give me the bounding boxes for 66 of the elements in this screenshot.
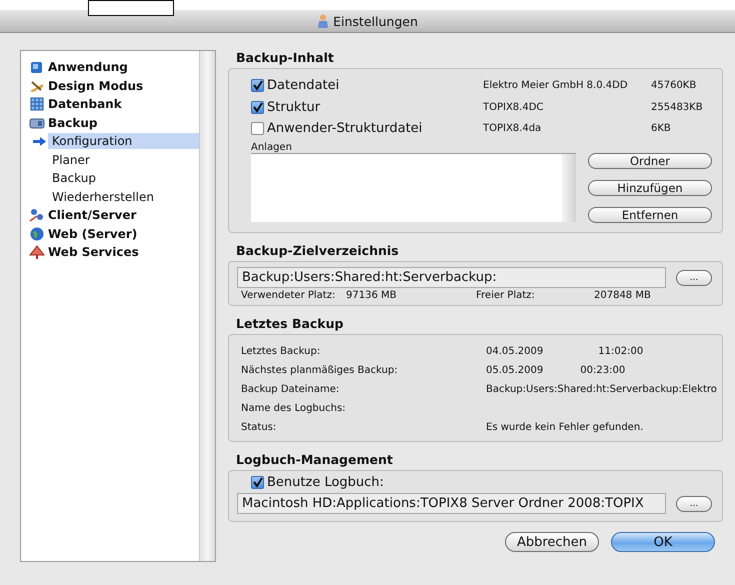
tent-icon [29,244,45,260]
file-name: TOPIX8.4DC [483,102,544,113]
section-title: Backup-Zielverzeichnis [235,243,400,260]
ok-button[interactable]: OK [611,532,715,552]
section-title: Backup-Inhalt [235,50,335,67]
list-button[interactable]: Ordner [588,152,712,168]
sidebar-subitem[interactable]: Wiederherstellen [48,188,158,205]
sidebar-subitem[interactable]: Backup [48,170,100,186]
sidebar-item[interactable]: Anwendung [21,58,199,76]
info-value: Es wurde kein Fehler gefunden. [486,422,644,433]
list-button[interactable]: Hinzufügen [588,180,712,196]
info-label: Letztes Backup: [241,346,322,357]
browse-button[interactable]: ... [676,496,712,512]
checkbox-label[interactable]: Benutze Logbuch: [267,475,384,490]
browse-button[interactable]: ... [676,270,712,286]
checkbox[interactable] [251,476,264,489]
sidebar-item[interactable]: Client/Server [21,206,199,224]
file-size: 45760KB [651,80,698,92]
checkmark-icon [252,477,263,488]
sidebar-subitem[interactable]: Planer [48,152,94,168]
sidebar-item[interactable]: Web Services [21,243,199,262]
sidebar-subitem[interactable]: Konfiguration [48,133,199,150]
path-field[interactable]: Backup:Users:Shared:ht:Serverbackup: [237,267,666,288]
list-button[interactable]: Entfernen [588,206,712,222]
checkbox-label[interactable]: Datendatei [267,78,340,94]
list-label: Anlagen [251,142,293,152]
sidebar-item[interactable]: Web (Server) [21,224,199,243]
sidebar-item[interactable]: Backup [21,114,199,132]
checkbox[interactable] [251,100,264,114]
info-value: 11:02:00 [598,346,644,357]
file-size: 6KB [651,123,672,134]
checkmark-icon [252,80,263,92]
scrollbar[interactable] [562,154,576,222]
used-space-value: 97136 MB [346,290,398,301]
used-space-label: Verwendeter Platz: [241,290,336,301]
cube-grid-icon [29,96,45,112]
info-label: Nächstes planmäßiges Backup: [241,365,399,376]
checkbox-label[interactable]: Anwender-Strukturdatei [267,121,422,136]
info-value: 00:23:00 [580,365,626,376]
free-space-label: Freier Platz: [476,290,536,301]
info-label: Name des Logbuchs: [241,403,347,414]
file-size: 255483KB [651,102,704,113]
info-value: 05.05.2009 [486,365,544,376]
sidebar-item[interactable]: Datenbank [21,95,199,114]
checkmark-icon [252,102,263,113]
path-field[interactable]: Macintosh HD:Applications:TOPIX8 Server Ordner 2008:TOPIX [237,493,666,514]
window-title: Einstellungen [333,14,418,28]
checkbox-label[interactable]: Struktur [267,100,320,115]
globe-icon [29,226,45,242]
scrollbar[interactable] [199,51,215,561]
file-name: TOPIX8.4da [483,123,542,134]
info-label: Status: [241,422,278,433]
figure-icon [317,14,330,28]
info-label: Backup Dateiname: [241,384,340,395]
info-value: 04.05.2009 [486,346,544,357]
file-name: Elektro Meier GmbH 8.0.4DD [483,80,629,92]
sidebar-item[interactable]: Design Modus [21,76,199,95]
checkbox[interactable] [251,122,264,136]
cancel-button[interactable]: Abbrechen [505,532,599,552]
info-value: Backup:Users:Shared:ht:Serverbackup:Elektro [486,384,717,395]
checkbox[interactable] [251,79,264,92]
cube-icon [29,59,45,76]
section-title: Letztes Backup [235,316,344,333]
free-space-value: 207848 MB [594,290,652,301]
arrow-icon [33,136,46,146]
section-title: Logbuch-Management [235,452,394,469]
